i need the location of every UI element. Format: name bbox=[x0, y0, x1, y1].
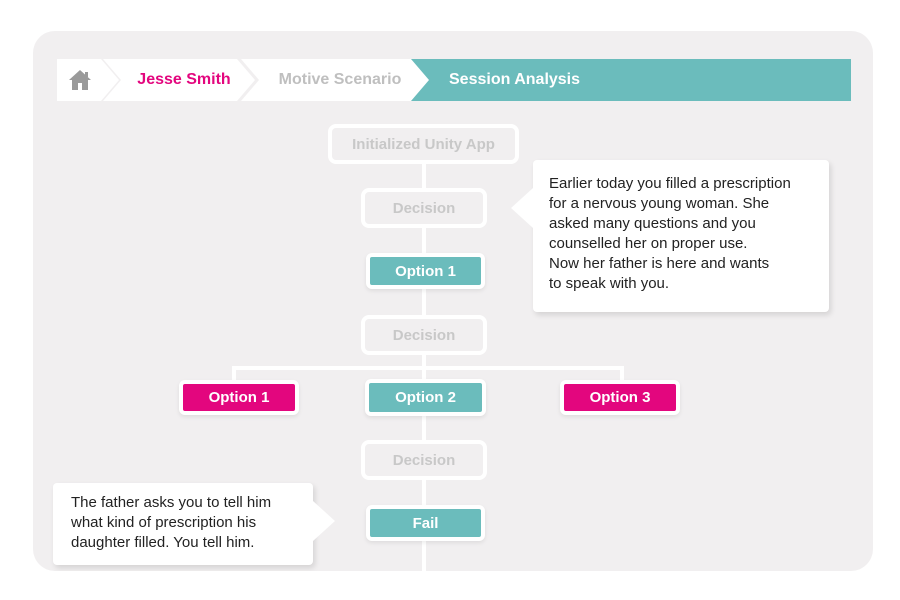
node-decision-1-label: Decision bbox=[392, 199, 456, 217]
flow-branch-line bbox=[232, 366, 624, 370]
node-option-1-top-label: Option 1 bbox=[395, 262, 456, 280]
result-bubble-tail bbox=[313, 501, 335, 541]
node-start[interactable]: Initialized Unity App bbox=[328, 124, 519, 164]
node-decision-2[interactable]: Decision bbox=[361, 315, 487, 355]
home-icon bbox=[68, 69, 92, 91]
node-branch-option-3-label: Option 3 bbox=[589, 389, 651, 406]
scenario-bubble-text: Earlier today you filled a prescription … bbox=[549, 175, 791, 292]
scenario-speech-bubble: Earlier today you filled a prescription … bbox=[511, 160, 829, 312]
scenario-bubble-tail bbox=[511, 188, 533, 228]
session-analysis-panel: Session Analysis Motive Scenario Jesse S… bbox=[33, 31, 873, 571]
result-speech-bubble: The father asks you to tell him what kin… bbox=[53, 483, 335, 565]
node-decision-3-label: Decision bbox=[392, 451, 456, 469]
breadcrumb-session-analysis[interactable]: Session Analysis bbox=[409, 59, 851, 101]
node-decision-3[interactable]: Decision bbox=[361, 440, 487, 480]
node-branch-option-3[interactable]: Option 3 bbox=[560, 380, 680, 415]
node-branch-option-2-label: Option 2 bbox=[395, 389, 456, 406]
node-decision-2-label: Decision bbox=[392, 326, 456, 344]
breadcrumb-motive-scenario-label: Motive Scenario bbox=[278, 71, 402, 88]
node-branch-option-1-label: Option 1 bbox=[208, 389, 270, 406]
node-decision-1[interactable]: Decision bbox=[361, 188, 487, 228]
breadcrumb-motive-scenario[interactable]: Motive Scenario bbox=[241, 59, 429, 101]
breadcrumb: Session Analysis Motive Scenario Jesse S… bbox=[57, 59, 851, 101]
node-branch-option-2[interactable]: Option 2 bbox=[365, 379, 486, 416]
node-result-fail[interactable]: Fail bbox=[366, 505, 485, 541]
node-option-1-top[interactable]: Option 1 bbox=[366, 253, 485, 289]
result-bubble-text: The father asks you to tell him what kin… bbox=[71, 494, 272, 551]
breadcrumb-user-label: Jesse Smith bbox=[137, 71, 231, 88]
node-start-label: Initialized Unity App bbox=[352, 135, 495, 153]
node-branch-option-1[interactable]: Option 1 bbox=[179, 380, 299, 415]
breadcrumb-session-analysis-label: Session Analysis bbox=[449, 71, 581, 88]
node-result-fail-label: Fail bbox=[412, 514, 439, 532]
breadcrumb-user[interactable]: Jesse Smith bbox=[103, 59, 255, 101]
